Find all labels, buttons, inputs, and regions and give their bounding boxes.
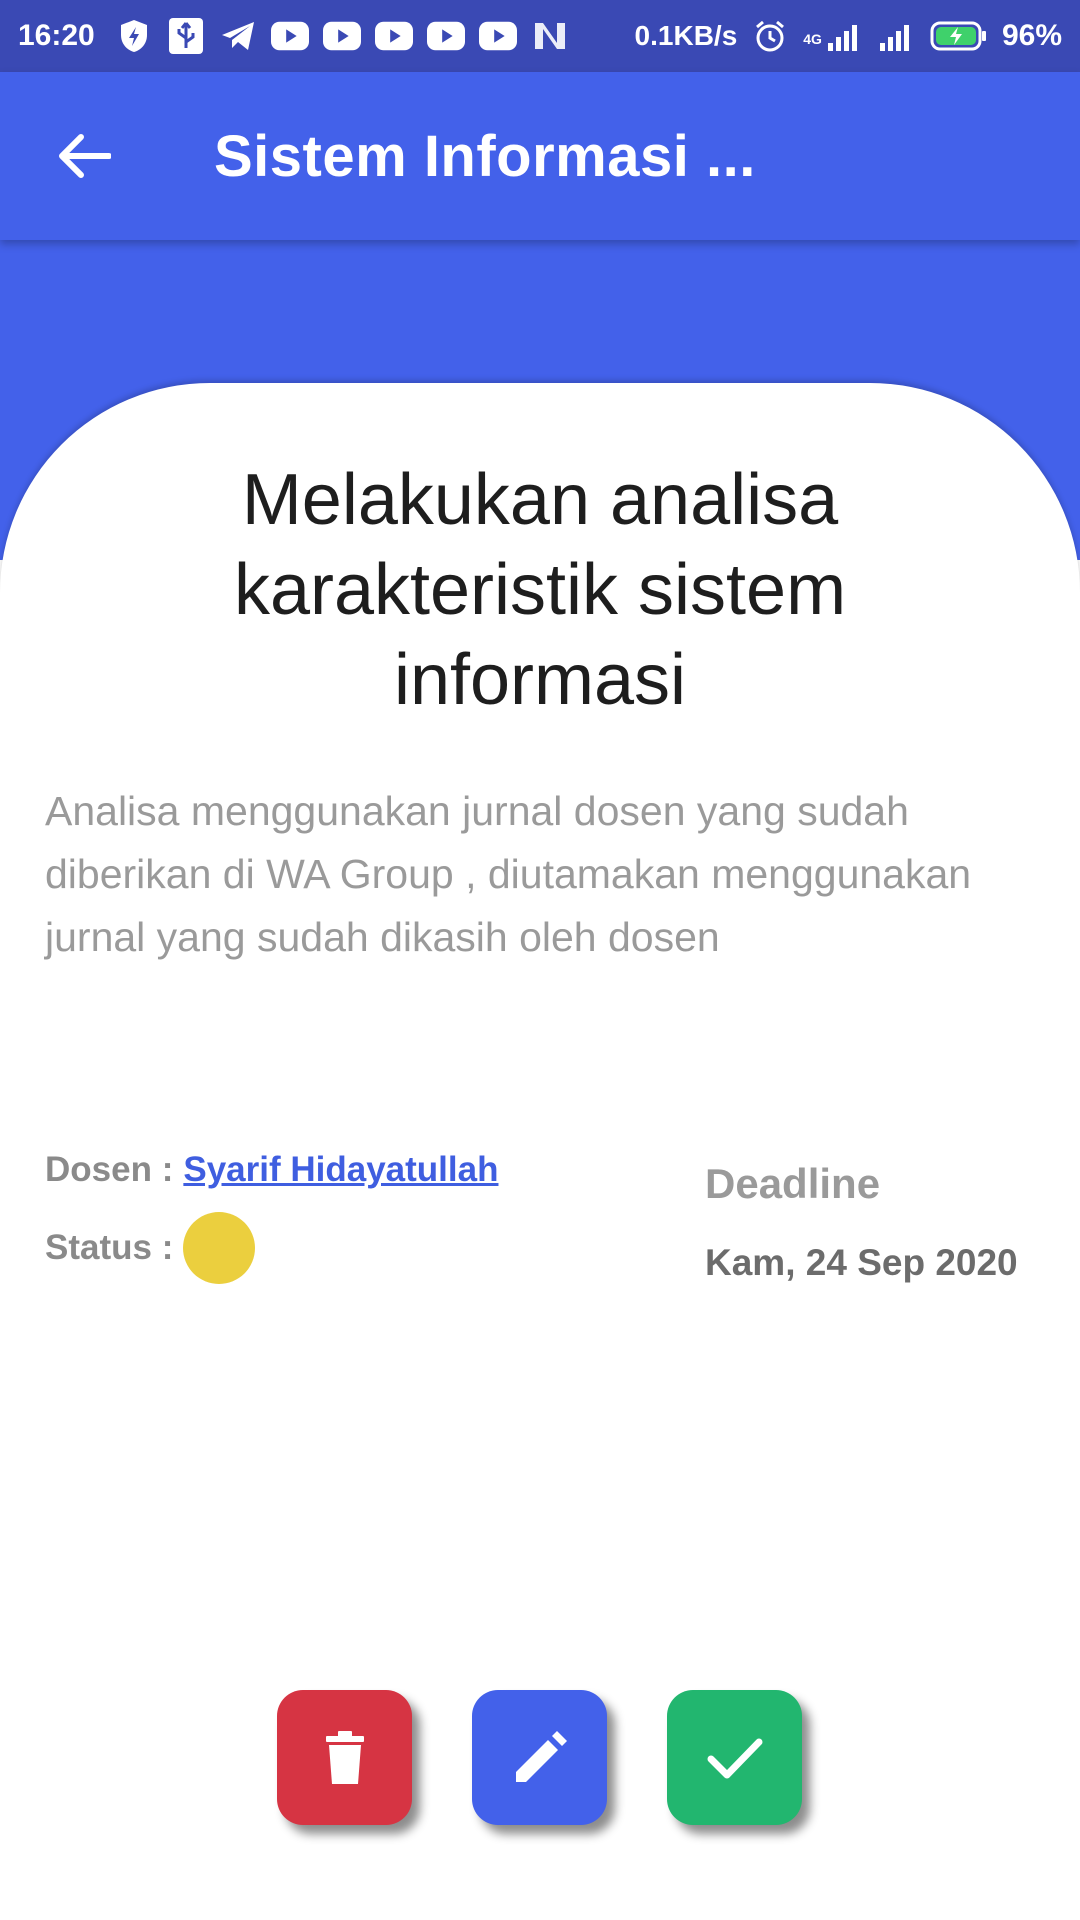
n-app-icon: [531, 17, 569, 55]
done-button[interactable]: [667, 1690, 802, 1825]
network-type: 4G: [803, 31, 822, 47]
deadline-date: Kam, 24 Sep 2020: [705, 1242, 1018, 1283]
status-indicator: [183, 1212, 256, 1284]
deadline-label: Deadline: [705, 1160, 881, 1207]
youtube-icon: [322, 17, 361, 55]
youtube-icon: [270, 17, 309, 55]
pencil-icon: [515, 1730, 567, 1782]
task-info: Dosen : Syarif Hidayatullah Status :: [45, 1150, 498, 1284]
signal-icon: [826, 17, 864, 55]
battery-level: 96%: [1001, 19, 1062, 52]
telegram-icon: [219, 17, 257, 55]
check-icon: [707, 1738, 762, 1778]
page-title: Sistem Informasi ...: [214, 123, 756, 189]
status-bar-left: 16:20: [18, 17, 569, 55]
app-bar: Sistem Informasi ...: [0, 72, 1080, 240]
shield-icon: [115, 17, 153, 55]
deadline-info: Deadline Kam, 24 Sep 2020: [705, 1160, 1018, 1284]
task-description: Analisa menggunakan jurnal dosen yang su…: [45, 788, 972, 960]
trash-icon: [325, 1730, 364, 1784]
youtube-icon: [426, 17, 465, 55]
network-speed: 0.1KB/s: [634, 20, 738, 51]
dosen-label: Dosen :: [45, 1150, 174, 1189]
arrow-back-icon: [59, 134, 111, 178]
youtube-icon: [374, 17, 413, 55]
action-buttons: [277, 1690, 802, 1825]
youtube-icon: [478, 17, 517, 55]
dosen-row: Dosen : Syarif Hidayatullah: [45, 1150, 498, 1190]
edit-button[interactable]: [472, 1690, 607, 1825]
screen: 16:20 0.1KB/s 4G 96% Sistem Informasi ..…: [0, 0, 1080, 1920]
back-button[interactable]: [34, 106, 134, 206]
delete-button[interactable]: [277, 1690, 412, 1825]
status-row: Status :: [45, 1212, 498, 1284]
status-bar: 16:20 0.1KB/s 4G 96%: [0, 0, 1080, 72]
dosen-link[interactable]: Syarif Hidayatullah: [183, 1150, 498, 1190]
signal-icon: [878, 17, 916, 55]
usb-icon: [167, 17, 205, 55]
task-title: Melakukan analisa karakteristik sistem i…: [233, 460, 847, 720]
status-label: Status :: [45, 1228, 174, 1267]
status-bar-right: 0.1KB/s 4G 96%: [635, 17, 1062, 55]
notification-icons: [115, 17, 569, 55]
battery-icon: [930, 17, 988, 55]
alarm-icon: [751, 17, 789, 55]
status-time: 16:20: [18, 19, 95, 52]
